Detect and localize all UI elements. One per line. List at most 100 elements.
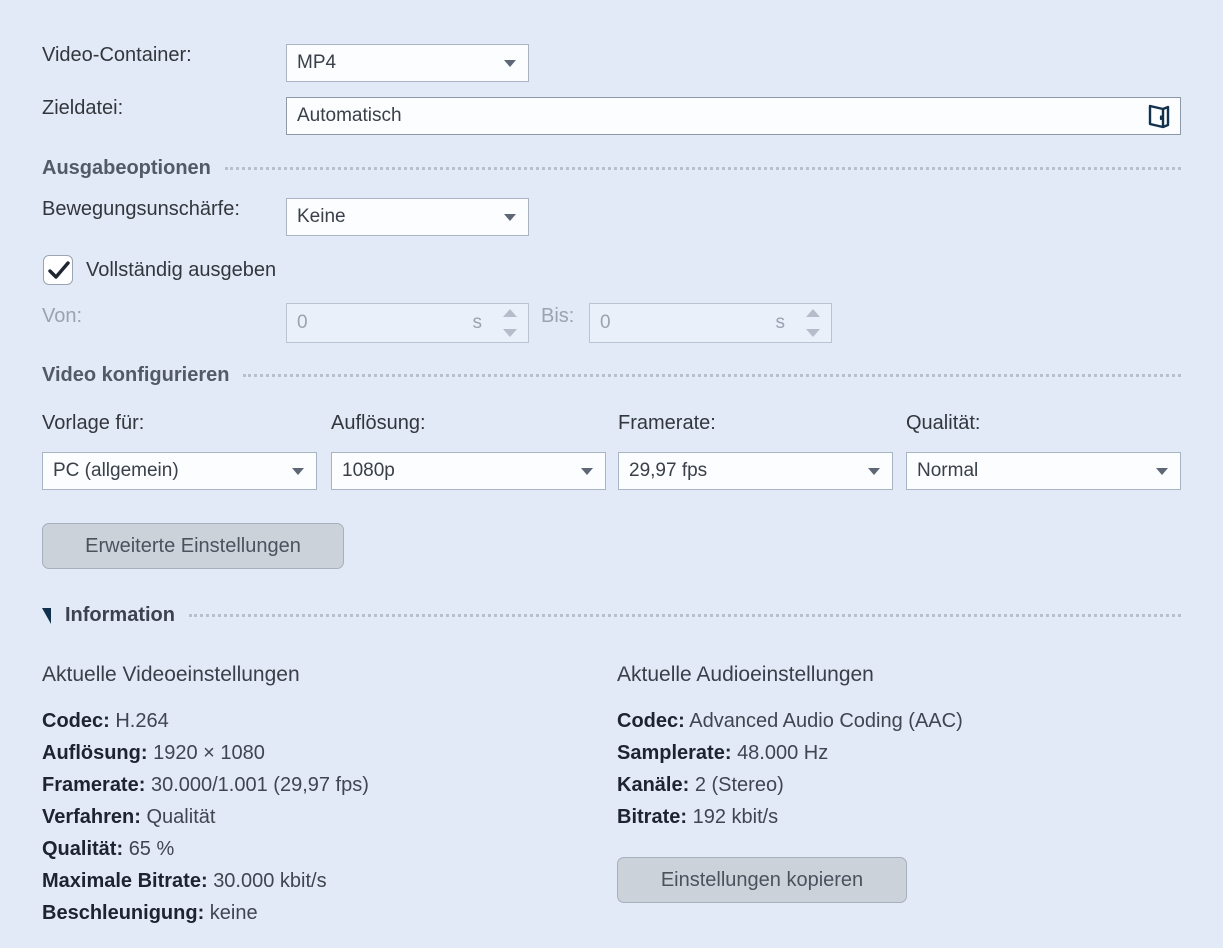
section-divider [243,374,1181,377]
motion-blur-value: Keine [297,206,346,228]
info-value: H.264 [115,710,168,732]
info-value: 30.000/1.001 (29,97 fps) [151,774,369,796]
from-spin-buttons[interactable] [502,309,518,337]
to-value: 0 [600,312,611,334]
video-config-section-header: Video konfigurieren [42,364,1181,387]
section-divider [225,167,1181,170]
info-row: Maximale Bitrate: 30.000 kbit/s [42,865,369,897]
info-value: 2 (Stereo) [695,774,784,796]
info-row: Verfahren: Qualität [42,801,369,833]
info-value: Advanced Audio Coding (AAC) [689,710,963,732]
motion-blur-row: Bewegungsunschärfe: [42,198,285,221]
info-value: Qualität [147,806,216,828]
info-value: 1920 × 1080 [153,742,265,764]
to-label: Bis: [541,305,574,328]
info-key: Codec: [617,710,685,732]
video-container-label: Video-Container: [42,44,285,67]
info-key: Verfahren: [42,806,141,828]
quality-label: Qualität: [906,412,980,435]
info-row: Bitrate: 192 kbit/s [617,801,963,833]
chevron-down-icon [292,468,304,475]
chevron-down-icon [581,468,593,475]
info-row: Auflösung: 1920 × 1080 [42,737,369,769]
triangle-up-icon[interactable] [503,309,517,317]
target-file-input[interactable]: Automatisch [286,97,1181,135]
section-divider [189,614,1181,617]
chevron-down-icon [504,214,516,221]
to-spinner[interactable]: 0 s [589,303,832,343]
video-container-value: MP4 [297,52,336,74]
output-options-section-header: Ausgabeoptionen [42,157,1181,180]
resolution-value: 1080p [342,460,395,482]
chevron-down-icon [504,60,516,67]
full-output-checkbox-row[interactable]: Vollständig ausgeben [43,255,276,285]
audio-info-list: Codec: Advanced Audio Coding (AAC) Sampl… [617,705,963,833]
info-row: Qualität: 65 % [42,833,369,865]
info-key: Codec: [42,710,110,732]
triangle-up-icon[interactable] [806,309,820,317]
video-config-title: Video konfigurieren [42,364,229,387]
framerate-select[interactable]: 29,97 fps [618,452,893,490]
info-value: 65 % [129,838,175,860]
copy-settings-button[interactable]: Einstellungen kopieren [617,857,907,903]
triangle-expanded-icon[interactable] [42,608,51,624]
template-value: PC (allgemein) [53,460,179,482]
target-file-value: Automatisch [297,105,402,127]
quality-value: Normal [917,460,978,482]
info-key: Kanäle: [617,774,689,796]
target-file-label: Zieldatei: [42,97,285,120]
info-key: Maximale Bitrate: [42,870,208,892]
resolution-label: Auflösung: [331,412,426,435]
info-value: 48.000 Hz [737,742,828,764]
info-row: Framerate: 30.000/1.001 (29,97 fps) [42,769,369,801]
info-row: Beschleunigung: keine [42,897,369,929]
template-select[interactable]: PC (allgemein) [42,452,317,490]
info-row: Codec: H.264 [42,705,369,737]
to-unit: s [776,312,786,334]
triangle-down-icon[interactable] [806,329,820,337]
information-title: Information [65,604,175,627]
info-value: keine [210,902,258,924]
audio-info-heading: Aktuelle Audioeinstellungen [617,663,874,687]
full-output-checkbox[interactable] [43,255,73,285]
resolution-select[interactable]: 1080p [331,452,606,490]
video-container-select[interactable]: MP4 [286,44,529,82]
to-row: Bis: [541,305,574,328]
open-folder-icon[interactable] [1146,102,1172,130]
info-row: Samplerate: 48.000 Hz [617,737,963,769]
info-row: Codec: Advanced Audio Coding (AAC) [617,705,963,737]
from-label: Von: [42,305,285,328]
info-value: 192 kbit/s [693,806,779,828]
framerate-label: Framerate: [618,412,716,435]
to-spin-buttons[interactable] [805,309,821,337]
from-unit: s [473,312,483,334]
from-row: Von: [42,305,285,328]
export-settings-panel: Video-Container: MP4 Zieldatei: Automati… [0,0,1223,948]
motion-blur-select[interactable]: Keine [286,198,529,236]
template-label: Vorlage für: [42,412,144,435]
chevron-down-icon [1156,468,1168,475]
info-key: Beschleunigung: [42,902,204,924]
triangle-down-icon[interactable] [503,329,517,337]
chevron-down-icon [868,468,880,475]
info-key: Samplerate: [617,742,732,764]
target-file-row: Zieldatei: [42,97,285,120]
framerate-value: 29,97 fps [629,460,707,482]
info-key: Qualität: [42,838,123,860]
motion-blur-label: Bewegungsunschärfe: [42,198,285,221]
info-key: Auflösung: [42,742,148,764]
video-container-row: Video-Container: [42,44,285,67]
info-key: Framerate: [42,774,145,796]
advanced-settings-button[interactable]: Erweiterte Einstellungen [42,523,344,569]
video-info-heading: Aktuelle Videoeinstellungen [42,663,300,687]
from-spinner[interactable]: 0 s [286,303,529,343]
info-key: Bitrate: [617,806,687,828]
information-section-header[interactable]: Information [42,604,1181,627]
video-info-list: Codec: H.264 Auflösung: 1920 × 1080 Fram… [42,705,369,929]
quality-select[interactable]: Normal [906,452,1181,490]
output-options-title: Ausgabeoptionen [42,157,211,180]
check-icon [48,261,70,281]
from-value: 0 [297,312,308,334]
info-row: Kanäle: 2 (Stereo) [617,769,963,801]
info-value: 30.000 kbit/s [213,870,326,892]
